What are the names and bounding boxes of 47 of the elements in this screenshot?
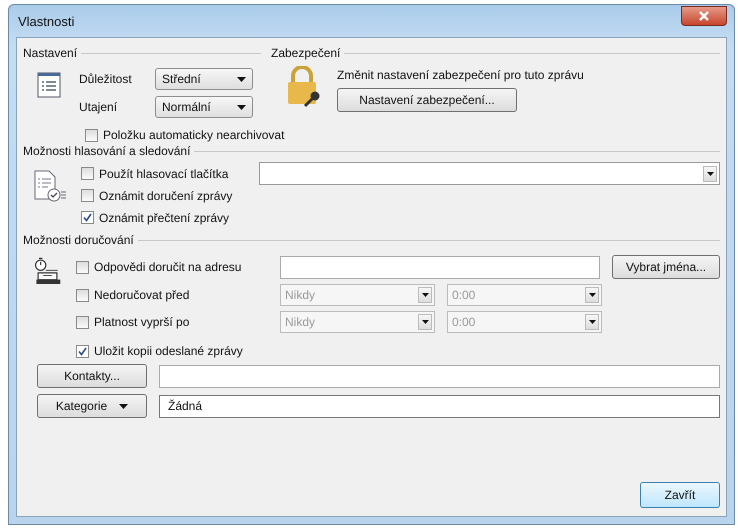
contacts-button[interactable]: Kontakty... — [37, 364, 147, 388]
importance-dropdown[interactable]: Střední — [155, 68, 253, 90]
security-settings-button[interactable]: Nastavení zabezpečení... — [337, 88, 517, 112]
reply-address-field[interactable] — [280, 256, 600, 278]
caret-icon — [418, 314, 432, 330]
caret-icon — [585, 314, 599, 330]
checkbox[interactable] — [81, 167, 94, 180]
checkbox-label: Uložit kopii odeslané zprávy — [94, 344, 243, 358]
document-check-icon — [33, 170, 67, 204]
select-names-button[interactable]: Vybrat jména... — [612, 255, 720, 279]
categories-button[interactable]: Kategorie — [37, 394, 147, 418]
caret-icon — [585, 287, 599, 303]
section-heading: Nastavení — [23, 46, 78, 60]
checkbox-label: Platnost vyprší po — [94, 315, 190, 329]
close-icon — [698, 11, 710, 21]
importance-label: Důležitost — [79, 72, 133, 86]
categories-field[interactable]: Žádná — [159, 394, 720, 418]
checkbox[interactable] — [76, 344, 89, 358]
section-heading: Možnosti doručování — [23, 233, 134, 247]
caret-icon — [237, 104, 246, 110]
checkbox[interactable] — [81, 211, 94, 224]
section-heading: Zabezpečení — [271, 46, 340, 60]
checkbox[interactable] — [85, 128, 98, 142]
checkbox[interactable] — [76, 260, 89, 274]
caret-icon — [237, 76, 246, 82]
sensitivity-label: Utajení — [79, 100, 118, 114]
caret-icon — [418, 287, 432, 303]
checkbox[interactable] — [81, 189, 94, 202]
checkbox-label: Oznámit přečtení zprávy — [99, 210, 230, 224]
checkbox-label: Oznámit doručení zprávy — [99, 188, 232, 202]
checkbox[interactable] — [76, 316, 89, 328]
list-icon — [37, 72, 61, 98]
checkbox[interactable] — [76, 288, 89, 302]
security-description: Změnit nastavení zabezpečení pro tuto zprávu — [337, 68, 584, 82]
sensitivity-dropdown[interactable]: Normální — [155, 96, 253, 118]
close-dialog-button[interactable]: Zavřít — [640, 482, 720, 508]
checkbox-label: Nedoručovat před — [94, 288, 190, 302]
caret-icon — [703, 166, 717, 182]
caret-icon — [119, 404, 128, 408]
checkbox-label: Odpovědi doručit na adresu — [94, 260, 242, 274]
contacts-field[interactable] — [159, 364, 720, 388]
section-heading: Možnosti hlasování a sledování — [23, 144, 190, 158]
checkbox-label: Použít hlasovací tlačítka — [99, 166, 228, 180]
close-button[interactable] — [681, 6, 727, 26]
voting-buttons-dropdown[interactable] — [259, 162, 720, 185]
window-title: Vlastnosti — [17, 14, 74, 28]
checkbox-label: Položku automaticky nearchivovat — [103, 128, 284, 142]
